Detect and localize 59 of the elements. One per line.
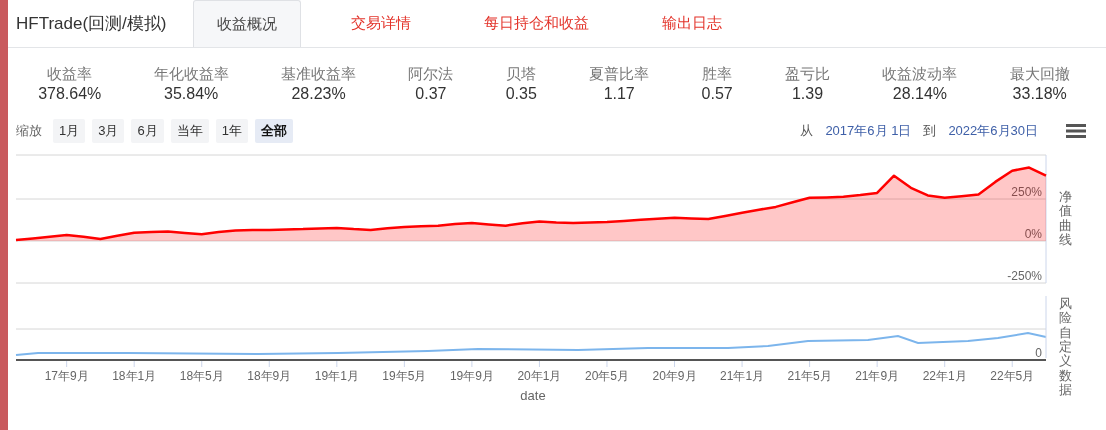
stat-label: 年化收益率 [153,64,229,84]
axis-tick-label: 20年9月 [652,369,697,383]
axis-tick-label: 19年9月 [449,369,494,383]
stat-label: 阿尔法 [408,64,454,84]
stat-label: 胜率 [702,64,733,84]
stat-label: 夏普比率 [589,64,650,84]
axis-tick-label: 250% [1011,184,1042,199]
stat-value: 28.23% [291,84,346,104]
stat-value: 28.14% [892,84,947,104]
zoom-label: 缩放 [16,122,42,141]
axis-title: date [520,388,546,403]
range-label: 到 [923,122,937,141]
axis-tick-label: 20年1月 [517,369,562,383]
axis-tick-label: 0% [1024,226,1042,241]
stat-label: 贝塔 [506,64,537,84]
tab[interactable]: 输出日志 [639,0,745,47]
stat-label: 基准收益率 [281,64,357,84]
axis-tick-label: 18年5月 [179,369,224,383]
stat-value: 0.35 [505,84,537,104]
zoom-button[interactable]: 全部 [254,119,293,143]
menu-icon[interactable] [1066,123,1086,139]
panel-title: 风险自定义数据 [1058,297,1072,398]
axis-tick-label: -250% [1007,269,1042,283]
axis-tick-label: 21年1月 [720,369,765,383]
date-field[interactable]: 2017年6月 1日 [825,121,912,141]
stat-label: 收益波动率 [882,64,958,84]
tab[interactable]: 交易详情 [328,0,434,47]
stat-label: 收益率 [47,64,93,84]
stat-value: 35.84% [164,84,219,104]
stat-value: 33.18% [1012,84,1067,104]
zoom-button[interactable]: 6月 [131,119,164,143]
stat-value: 0.57 [701,84,733,104]
zoom-button[interactable]: 3月 [92,119,125,143]
stat-value: 0.37 [415,84,447,104]
axis-tick-label: 18年9月 [247,369,292,383]
stat-value: 1.39 [791,84,824,104]
stat-label: 盈亏比 [785,64,831,84]
axis-tick-label: 22年5月 [990,369,1035,383]
date-field[interactable]: 2022年6月30日 [948,121,1038,141]
axis-title: 净值曲线 [1058,190,1072,248]
zoom-button[interactable]: 1年 [215,119,248,143]
stat-label: 最大回撤 [1009,64,1070,84]
zoom-button[interactable]: 当年 [170,119,209,143]
app-title: HFTrade(回测/模拟) [16,12,168,35]
axis-tick-label: 18年1月 [112,369,157,383]
range-label: 从 [800,122,814,141]
axis-tick-label: 21年9月 [855,369,900,383]
zoom-button[interactable]: 1月 [53,119,86,143]
axis-tick-label: 20年5月 [584,369,629,383]
axis-tick-label: 22年1月 [922,369,967,383]
axis-tick-label: 17年9月 [44,369,89,383]
tab[interactable]: 收益概况 [193,0,301,47]
stat-value: 1.17 [603,84,635,104]
axis-tick-label: 19年5月 [382,369,427,383]
axis-tick-label: 19年1月 [314,369,359,383]
axis-tick-label: 0 [1035,346,1042,360]
stat-value: 378.64% [38,84,102,104]
axis-tick-label: 21年5月 [787,369,832,383]
tab[interactable]: 每日持仓和收益 [461,0,612,47]
